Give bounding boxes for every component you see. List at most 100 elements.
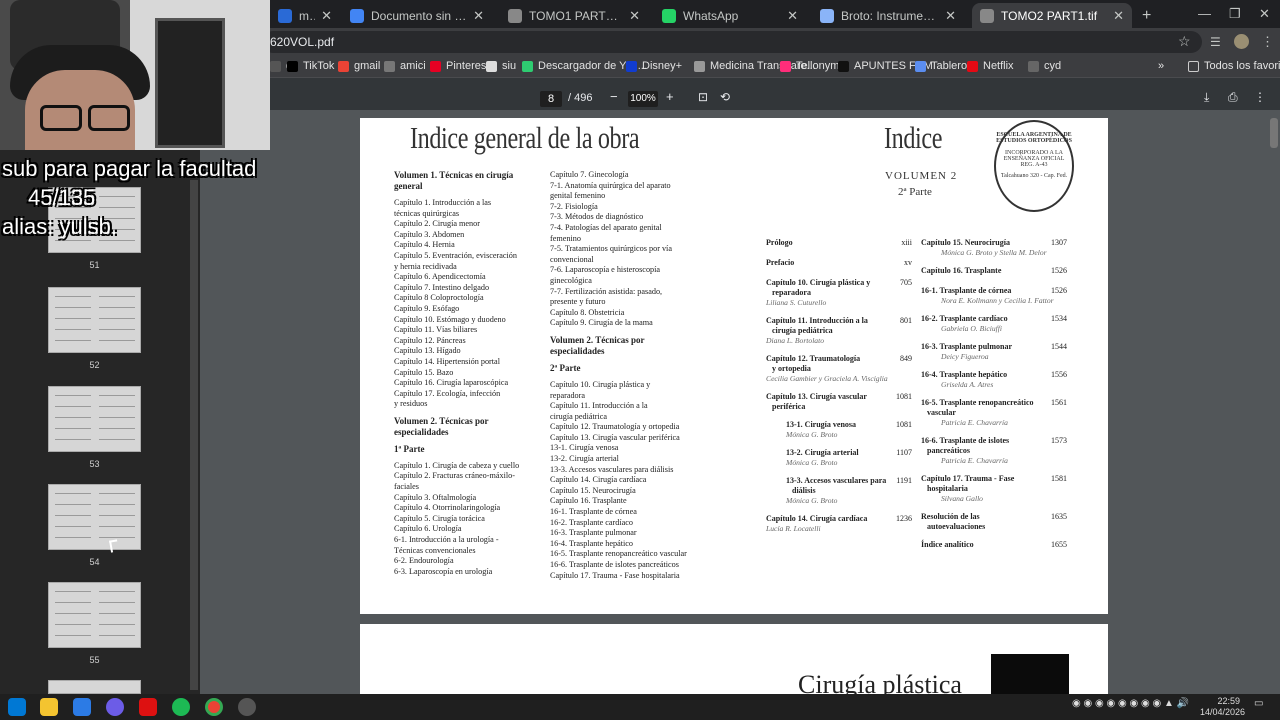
bookmark-item[interactable]: Tellonym xyxy=(780,60,839,72)
gemini-icon xyxy=(820,8,834,23)
overlay-text-3: alias: yulsb. xyxy=(2,214,117,239)
store-icon[interactable] xyxy=(73,698,91,716)
bookmark-item[interactable]: Disney+ xyxy=(626,60,682,72)
all-bookmarks-button[interactable]: Todos los favoritos xyxy=(1188,60,1280,72)
toc-entry: Capítulo 7. Ginecología xyxy=(550,170,629,179)
page-thumbnail[interactable] xyxy=(48,484,141,550)
zoom-input[interactable]: 100% xyxy=(628,91,658,107)
toc-entry: 16-5. Trasplante renopancreático vascula… xyxy=(550,549,687,559)
tab-2[interactable]: Documento sin título - Docum ✕ xyxy=(342,3,492,28)
bookmark-icon xyxy=(780,60,791,72)
close-tab-icon[interactable]: ✕ xyxy=(629,8,640,24)
new-tab-button[interactable]: + xyxy=(1134,3,1159,28)
windows-start-icon[interactable] xyxy=(8,698,26,716)
more-icon[interactable]: ⋮ xyxy=(1254,90,1266,104)
sidebar-scrollbar[interactable] xyxy=(190,180,198,690)
toc-entry: 1ª Parte xyxy=(394,443,425,454)
tab-title: TOMO2 PART1.tif xyxy=(1001,8,1098,23)
bookmark-item[interactable]: Tablero xyxy=(915,60,967,72)
page-thumbnail[interactable] xyxy=(48,386,141,452)
close-window-button[interactable]: ✕ xyxy=(1259,6,1270,22)
bookmark-item[interactable]: siu xyxy=(486,60,516,72)
thumbnail-line xyxy=(55,417,91,418)
spotify-icon[interactable] xyxy=(172,698,190,716)
fit-page-icon[interactable]: ⊡ xyxy=(698,90,708,104)
bookmark-item[interactable]: Pinterest xyxy=(430,60,489,72)
tab-3[interactable]: TOMO1 PART1.tif ✕ xyxy=(500,3,648,28)
thumbnail-line xyxy=(55,340,91,341)
tab-1[interactable]: mpus - IUNIR ✕ xyxy=(270,3,340,28)
app-icon[interactable] xyxy=(106,698,124,716)
tab-4[interactable]: WhatsApp ✕ xyxy=(654,3,806,28)
thumbnail-line xyxy=(99,526,135,527)
page-thumbnail[interactable] xyxy=(48,287,141,353)
cast-icon[interactable]: ☰ xyxy=(1210,35,1221,49)
page-thumbnail[interactable] xyxy=(48,680,141,694)
toc-entry: Capítulo 5. Cirugía torácica xyxy=(394,513,485,523)
toc-entry: Capítulo 17. Ecología, infección xyxy=(394,388,501,398)
close-tab-icon[interactable]: ✕ xyxy=(945,8,956,24)
toc-author: Patricia E. Chavarría xyxy=(941,418,1008,427)
toc-entry: Capítulo 17. Trauma - Fase hospitalaria xyxy=(550,570,680,580)
download-icon[interactable]: ⤓ xyxy=(1204,90,1209,105)
toc-page-number: 1635 xyxy=(1051,512,1067,521)
toc-entry: Capítulo 9. Cirugía de la mama xyxy=(550,318,653,328)
toc-entry: Capítulo 15. Bazo xyxy=(394,367,454,377)
app-generic-icon[interactable] xyxy=(238,698,256,716)
page-thumbnail[interactable] xyxy=(48,582,141,648)
bookmarks-more-button[interactable]: » xyxy=(1158,60,1164,72)
toc-column-1: Volumen 1. Técnicas en cirugía general Ca… xyxy=(394,170,519,577)
tray-icons[interactable]: ◉ ◉ ◉ ◉ ◉ ◉ ◉ ◉ ▲ 🔊 xyxy=(1072,698,1189,709)
bookmark-icon xyxy=(287,60,298,72)
zoom-in-button[interactable]: + xyxy=(666,89,674,104)
notification-icon[interactable]: ▭ xyxy=(1254,698,1263,709)
toc-entry: 7-4. Patologías del aparato genital xyxy=(550,222,662,232)
close-tab-icon[interactable]: ✕ xyxy=(321,8,332,24)
rotate-icon[interactable]: ⟲ xyxy=(720,90,730,104)
thumbnail-line xyxy=(99,329,135,330)
bookmark-item[interactable]: amici xyxy=(384,60,426,72)
chrome-icon[interactable] xyxy=(205,698,223,716)
toc-chapter: 16-3. Trasplante pulmonar xyxy=(921,342,1013,351)
bookmark-icon xyxy=(338,60,349,72)
toc-chapter: Índice analítico xyxy=(921,540,974,549)
tab-5[interactable]: Broto: Instrumentación Quirúrg ✕ xyxy=(812,3,964,28)
bookmark-item[interactable]: cyd xyxy=(1028,60,1061,72)
close-tab-icon[interactable]: ✕ xyxy=(1113,8,1124,24)
page-number-input[interactable]: 8 xyxy=(540,91,562,107)
zoom-out-button[interactable]: − xyxy=(610,89,618,104)
toc-page-number: 1573 xyxy=(1051,436,1067,445)
toc-author: Mónica G. Broto y Stella M. Delor xyxy=(941,248,1047,257)
thumbnail-line xyxy=(99,537,135,538)
file-explorer-icon[interactable] xyxy=(40,698,58,716)
toc-page-number: 1191 xyxy=(896,476,912,485)
toc-entry: 6-3. Laparoscopía en urología xyxy=(394,566,493,576)
webcam-overlay xyxy=(0,0,270,150)
star-icon[interactable]: ☆ xyxy=(1178,33,1191,50)
minimize-button[interactable]: — xyxy=(1198,6,1211,21)
tab-6[interactable]: TOMO2 PART1.tif ✕ xyxy=(972,3,1132,28)
toc-entry: cirugía pediátrica xyxy=(550,411,608,421)
avatar[interactable] xyxy=(1234,34,1249,49)
viewer-scrollbar[interactable] xyxy=(1270,118,1278,148)
pdf-viewer[interactable]: Indice general de la obra Volumen 1. Téc… xyxy=(200,110,1280,694)
bookmark-item[interactable]: TikTok xyxy=(287,60,334,72)
toc-entry: Capítulo 14. Hipertensión portal xyxy=(394,356,500,366)
maximize-button[interactable]: ❐ xyxy=(1229,6,1241,22)
toc-entry: 16-1. Trasplante de córnea xyxy=(550,507,637,517)
toc-entry: Capítulo 8 Coloproctología xyxy=(394,293,484,303)
toc-entry: especialidades xyxy=(550,345,605,356)
toc-entry: Volumen 1. Técnicas en cirugía xyxy=(394,170,514,180)
next-page-image xyxy=(991,654,1069,694)
address-bar[interactable]: 620VOL.pdf xyxy=(262,31,1202,53)
clock[interactable]: 22:59 14/04/2026 xyxy=(1200,696,1245,718)
close-tab-icon[interactable]: ✕ xyxy=(787,8,798,24)
app-red-icon[interactable] xyxy=(139,698,157,716)
menu-icon[interactable]: ⋮ xyxy=(1261,34,1274,50)
bookmark-item[interactable]: gmail xyxy=(338,60,380,72)
overlay-text-2: 45/135 xyxy=(28,185,96,210)
thumbnail-line xyxy=(55,406,91,407)
close-tab-icon[interactable]: ✕ xyxy=(473,8,484,24)
print-icon[interactable]: ⎙ xyxy=(1228,90,1238,105)
bookmark-item[interactable]: Netflix xyxy=(967,60,1014,72)
